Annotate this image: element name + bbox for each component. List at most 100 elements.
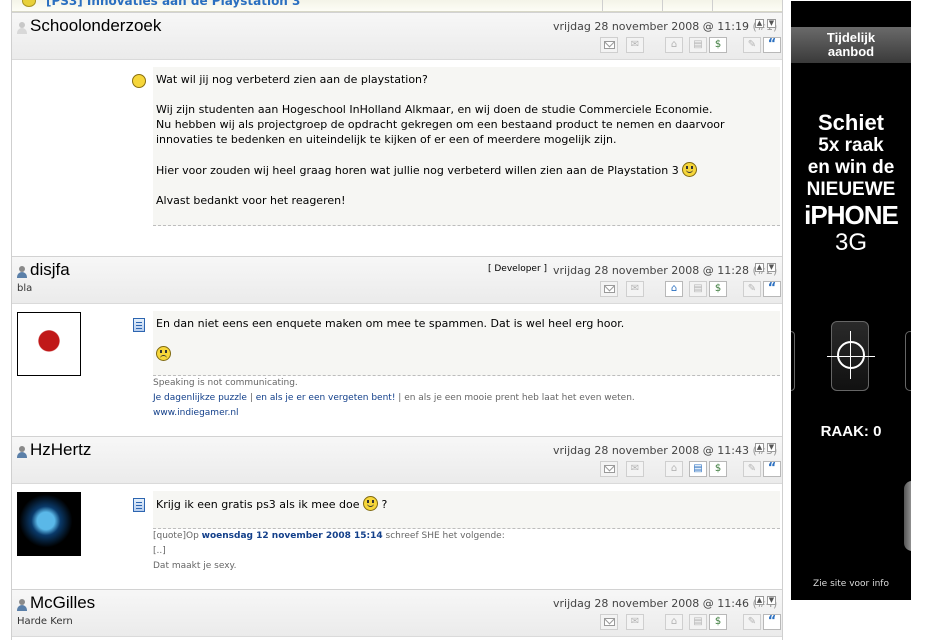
home-icon: ⌂ bbox=[670, 463, 678, 474]
forum-post-1: Schoolonderzoek vrijdag 28 november 2008… bbox=[12, 12, 782, 256]
post-username[interactable]: McGilles bbox=[30, 593, 95, 613]
post-document-icon bbox=[133, 318, 145, 332]
scroll-down-icon[interactable]: ▼ bbox=[767, 19, 776, 28]
message-paragraph: En dan niet eens een enquete maken om me… bbox=[156, 317, 625, 330]
profile-icon: ✉ bbox=[630, 39, 640, 50]
rate-icon: $ bbox=[714, 39, 722, 50]
mail-button[interactable] bbox=[600, 461, 618, 477]
mail-icon bbox=[604, 41, 615, 49]
quote-icon: “ bbox=[767, 614, 777, 629]
quote-icon: “ bbox=[767, 37, 777, 52]
profile-button[interactable]: ✉ bbox=[626, 614, 644, 630]
profile-button[interactable]: ✉ bbox=[626, 281, 644, 297]
smiley-icon bbox=[682, 162, 698, 177]
edit-button[interactable]: ✎ bbox=[743, 614, 761, 630]
edit-button[interactable]: ✎ bbox=[743, 281, 761, 297]
signature-link[interactable]: Je dagenlijkze puzzle bbox=[153, 393, 247, 403]
post-username[interactable]: disjfa bbox=[30, 260, 70, 280]
scroll-down-icon[interactable]: ▼ bbox=[767, 263, 776, 272]
ad-header: Tijdelijk aanbod bbox=[791, 27, 911, 63]
smiley-icon bbox=[362, 496, 378, 511]
quote-button[interactable]: “ bbox=[763, 37, 781, 53]
signature-links: Je dagenlijkze puzzle | en als je er een… bbox=[153, 393, 635, 403]
post-date: vrijdag 28 november 2008 @ 11:43 (#3) bbox=[553, 444, 778, 457]
user-title: bla bbox=[17, 283, 33, 294]
quote-icon: “ bbox=[767, 281, 777, 296]
ad-decoration bbox=[904, 481, 911, 551]
rate-button[interactable]: $ bbox=[709, 461, 727, 477]
mail-icon bbox=[604, 465, 615, 473]
rate-icon: $ bbox=[714, 616, 722, 627]
avatar[interactable] bbox=[17, 312, 81, 376]
signature-line: Speaking is not communicating. bbox=[153, 378, 298, 388]
ad-score: RAAK: 0 bbox=[820, 423, 882, 440]
message-paragraph: Wat wil jij nog verbeterd zien aan de pl… bbox=[156, 73, 428, 86]
user-icon bbox=[16, 22, 27, 34]
post-message: Krijg ik een gratis ps3 als ik mee doe ? bbox=[153, 491, 780, 529]
scroll-down-icon[interactable]: ▼ bbox=[767, 443, 776, 452]
scroll-up-icon[interactable]: ▲ bbox=[755, 443, 764, 452]
quote-icon: “ bbox=[767, 461, 777, 476]
home-icon: ⌂ bbox=[670, 39, 678, 50]
rate-icon: $ bbox=[714, 463, 722, 474]
gallery-button[interactable]: ▤ bbox=[689, 37, 707, 53]
quote-button[interactable]: “ bbox=[763, 614, 781, 630]
message-paragraph bbox=[156, 346, 780, 362]
gallery-button[interactable]: ▤ bbox=[689, 281, 707, 297]
mail-button[interactable] bbox=[600, 281, 618, 297]
ad-footer-link[interactable]: Zie site voor info bbox=[791, 579, 911, 589]
profile-icon: ✉ bbox=[630, 283, 640, 294]
topic-title-link[interactable]: [PS3] Innovaties aan de Playstation 3 bbox=[46, 0, 300, 8]
post-document-icon bbox=[133, 498, 145, 512]
home-button[interactable]: ⌂ bbox=[665, 614, 683, 630]
signature-url-link[interactable]: www.indiegamer.nl bbox=[153, 408, 239, 418]
ad-decoration bbox=[905, 331, 911, 391]
advertisement-banner[interactable]: Tijdelijk aanbod Schiet 5x raak en win d… bbox=[791, 1, 911, 600]
scroll-up-icon[interactable]: ▲ bbox=[755, 19, 764, 28]
mail-button[interactable] bbox=[600, 614, 618, 630]
gallery-button[interactable]: ▤ bbox=[689, 461, 707, 477]
scroll-up-icon[interactable]: ▲ bbox=[755, 263, 764, 272]
post-username[interactable]: Schoolonderzoek bbox=[30, 16, 161, 36]
mail-icon bbox=[604, 285, 615, 293]
post-signature: Speaking is not communicating. Je dagenl… bbox=[153, 376, 780, 421]
gallery-icon: ▤ bbox=[693, 39, 703, 50]
divider bbox=[662, 0, 663, 11]
scroll-up-icon[interactable]: ▲ bbox=[755, 596, 764, 605]
mail-button[interactable] bbox=[600, 37, 618, 53]
post-message: Wat wil jij nog verbeterd zien aan de pl… bbox=[153, 67, 780, 226]
rate-button[interactable]: $ bbox=[709, 614, 727, 630]
gallery-icon: ▤ bbox=[693, 463, 703, 474]
rate-icon: $ bbox=[714, 283, 722, 294]
crosshair-line bbox=[827, 356, 875, 357]
user-role-badge: [ Developer ] bbox=[488, 264, 548, 274]
quote-button[interactable]: “ bbox=[763, 461, 781, 477]
quote-date[interactable]: woensdag 12 november 2008 15:14 bbox=[202, 531, 383, 541]
gallery-button[interactable]: ▤ bbox=[689, 614, 707, 630]
rate-button[interactable]: $ bbox=[709, 281, 727, 297]
ad-promo-text: Schiet 5x raak en win de NIEUEWE iPHONE … bbox=[804, 110, 899, 257]
post-date: vrijdag 28 november 2008 @ 11:46 (#4) bbox=[553, 597, 778, 610]
edit-icon: ✎ bbox=[747, 283, 757, 294]
profile-icon: ✉ bbox=[630, 616, 640, 627]
home-button[interactable]: ⌂ bbox=[665, 281, 683, 297]
signature-link[interactable]: en als je er een vergeten bent! bbox=[256, 393, 396, 403]
rate-button[interactable]: $ bbox=[709, 37, 727, 53]
message-paragraph: Krijg ik een gratis ps3 als ik mee doe ? bbox=[156, 496, 388, 511]
edit-button[interactable]: ✎ bbox=[743, 37, 761, 53]
quote-button[interactable]: “ bbox=[763, 281, 781, 297]
signature-line: [..] bbox=[153, 546, 166, 556]
forum-post-2: disjfa bla [ Developer ] vrijdag 28 nove… bbox=[12, 256, 782, 436]
crosshair-icon bbox=[837, 341, 865, 369]
gallery-icon: ▤ bbox=[693, 283, 703, 294]
divider bbox=[712, 0, 713, 11]
home-button[interactable]: ⌂ bbox=[665, 461, 683, 477]
home-button[interactable]: ⌂ bbox=[665, 37, 683, 53]
edit-button[interactable]: ✎ bbox=[743, 461, 761, 477]
post-username[interactable]: HzHertz bbox=[30, 440, 91, 460]
profile-button[interactable]: ✉ bbox=[626, 461, 644, 477]
post-message: En dan niet eens een enquete maken om me… bbox=[153, 311, 780, 376]
scroll-down-icon[interactable]: ▼ bbox=[767, 596, 776, 605]
avatar[interactable] bbox=[17, 492, 81, 556]
profile-button[interactable]: ✉ bbox=[626, 37, 644, 53]
